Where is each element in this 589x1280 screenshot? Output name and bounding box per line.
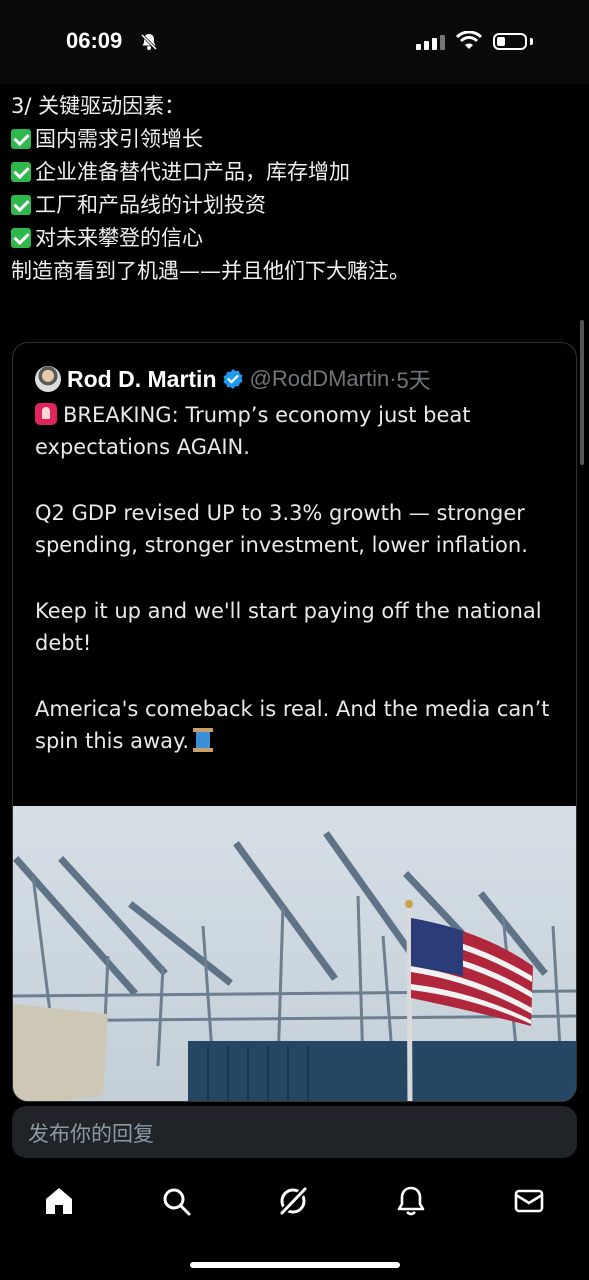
- separator-dot: ·: [389, 366, 397, 391]
- status-time: 06:09: [66, 28, 123, 53]
- verified-badge-icon: [223, 369, 242, 389]
- author-handle[interactable]: @RodDMartin: [250, 366, 390, 392]
- checklist-item-text: 企业准备替代进口产品，库存增加: [35, 160, 350, 184]
- battery-icon: [493, 33, 527, 50]
- check-mark-icon: [11, 228, 31, 248]
- checklist-item: 企业准备替代进口产品，库存增加: [11, 156, 581, 189]
- check-mark-icon: [11, 129, 31, 149]
- home-indicator[interactable]: [190, 1262, 400, 1268]
- search-icon[interactable]: [159, 1184, 193, 1218]
- quoted-paragraph: America's comeback is real. And the medi…: [35, 693, 555, 757]
- checklist-item-text: 对未来攀登的信心: [35, 226, 203, 250]
- battery-tip: [530, 38, 533, 45]
- home-icon[interactable]: [42, 1184, 76, 1218]
- quoted-post[interactable]: Rod D. Martin @RodDMartin · 5天 BREAKING:…: [12, 342, 577, 1102]
- scrollbar[interactable]: [580, 320, 584, 465]
- checklist-item: 对未来攀登的信心: [11, 222, 581, 255]
- quoted-paragraph: BREAKING: Trump’s economy just beat expe…: [35, 399, 555, 463]
- checklist-item: 国内需求引领增长: [11, 123, 581, 156]
- post-conclusion: 制造商看到了机遇——并且他们下大赌注。: [11, 259, 410, 283]
- reply-input[interactable]: 发布你的回复: [28, 1118, 154, 1148]
- checklist-item-text: 工厂和产品线的计划投资: [35, 193, 266, 217]
- quoted-post-header: Rod D. Martin @RodDMartin · 5天: [35, 363, 431, 395]
- quoted-paragraph: Q2 GDP revised UP to 3.3% growth — stron…: [35, 501, 528, 557]
- notifications-icon[interactable]: [394, 1184, 428, 1218]
- checklist-item: 工厂和产品线的计划投资: [11, 189, 581, 222]
- rotating-light-icon: [35, 403, 57, 425]
- post-image[interactable]: [13, 806, 577, 1102]
- author-name[interactable]: Rod D. Martin: [67, 366, 217, 393]
- checklist-item-text: 国内需求引领增长: [35, 127, 203, 151]
- post-body: 3/ 关键驱动因素： 国内需求引领增长 企业准备替代进口产品，库存增加 工厂和产…: [11, 90, 581, 288]
- post-timestamp[interactable]: 5天: [397, 363, 431, 395]
- quoted-paragraph-text: BREAKING: Trump’s economy just beat expe…: [35, 403, 471, 459]
- quoted-paragraph-text: America's comeback is real. And the medi…: [35, 697, 550, 753]
- reply-composer[interactable]: 发布你的回复: [12, 1106, 577, 1158]
- wifi-icon: [456, 31, 482, 49]
- cellular-signal-icon: [416, 35, 445, 50]
- battery-level: [497, 37, 505, 46]
- messages-icon[interactable]: [512, 1184, 546, 1218]
- bell-off-icon: [140, 33, 158, 51]
- grok-icon[interactable]: [276, 1184, 310, 1218]
- check-mark-icon: [11, 162, 31, 182]
- thread-spool-icon: [193, 728, 214, 752]
- avatar[interactable]: [35, 366, 61, 392]
- quoted-paragraph: Keep it up and we'll start paying off th…: [35, 599, 542, 655]
- post-heading: 3/ 关键驱动因素：: [11, 94, 186, 118]
- check-mark-icon: [11, 195, 31, 215]
- status-bar: 06:09: [0, 0, 589, 84]
- quoted-post-text: BREAKING: Trump’s economy just beat expe…: [35, 399, 555, 791]
